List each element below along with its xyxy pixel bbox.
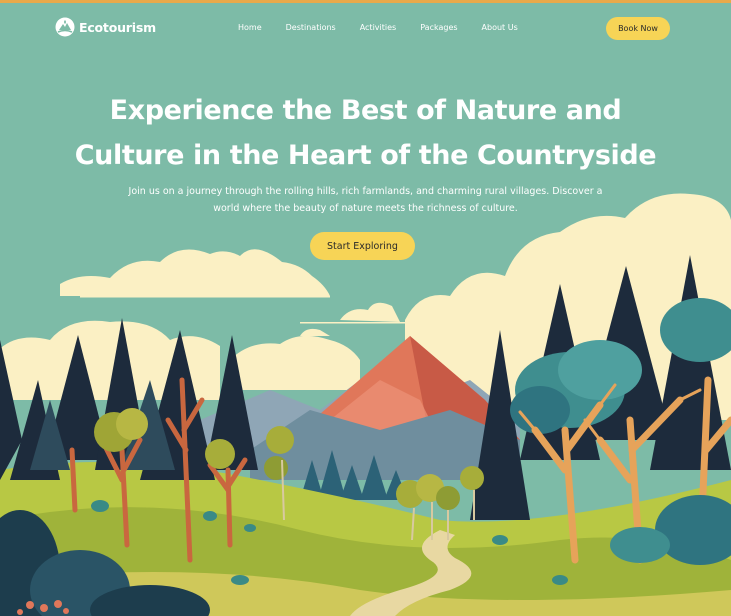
brand-logo[interactable]: Ecotourism (55, 17, 156, 37)
nav-link-home[interactable]: Home (238, 23, 262, 32)
hero-title-line-2: Culture in the Heart of the Countryside (74, 140, 657, 171)
nav-link-activities[interactable]: Activities (360, 23, 397, 32)
hero-subtitle-line-2: world where the beauty of nature meets t… (213, 203, 518, 214)
nav-link-packages[interactable]: Packages (420, 23, 457, 32)
book-now-button[interactable]: Book Now (606, 17, 670, 40)
top-navbar: Ecotourism Home Destinations Activities … (0, 0, 731, 56)
eco-logo-icon (55, 17, 75, 37)
hero-title-line-1: Experience the Best of Nature and (109, 95, 622, 126)
hero-subtitle: Join us on a journey through the rolling… (120, 183, 611, 217)
nav-link-destinations[interactable]: Destinations (286, 23, 336, 32)
landing-page: Ecotourism Home Destinations Activities … (0, 0, 731, 616)
nav-link-about-us[interactable]: About Us (482, 23, 518, 32)
brand-name: Ecotourism (79, 19, 156, 35)
hero-title: Experience the Best of Nature and Cultur… (0, 88, 731, 178)
main-menu: Home Destinations Activities Packages Ab… (238, 23, 518, 32)
start-exploring-button[interactable]: Start Exploring (310, 232, 415, 260)
hero-subtitle-line-1: Join us on a journey through the rolling… (128, 186, 603, 197)
